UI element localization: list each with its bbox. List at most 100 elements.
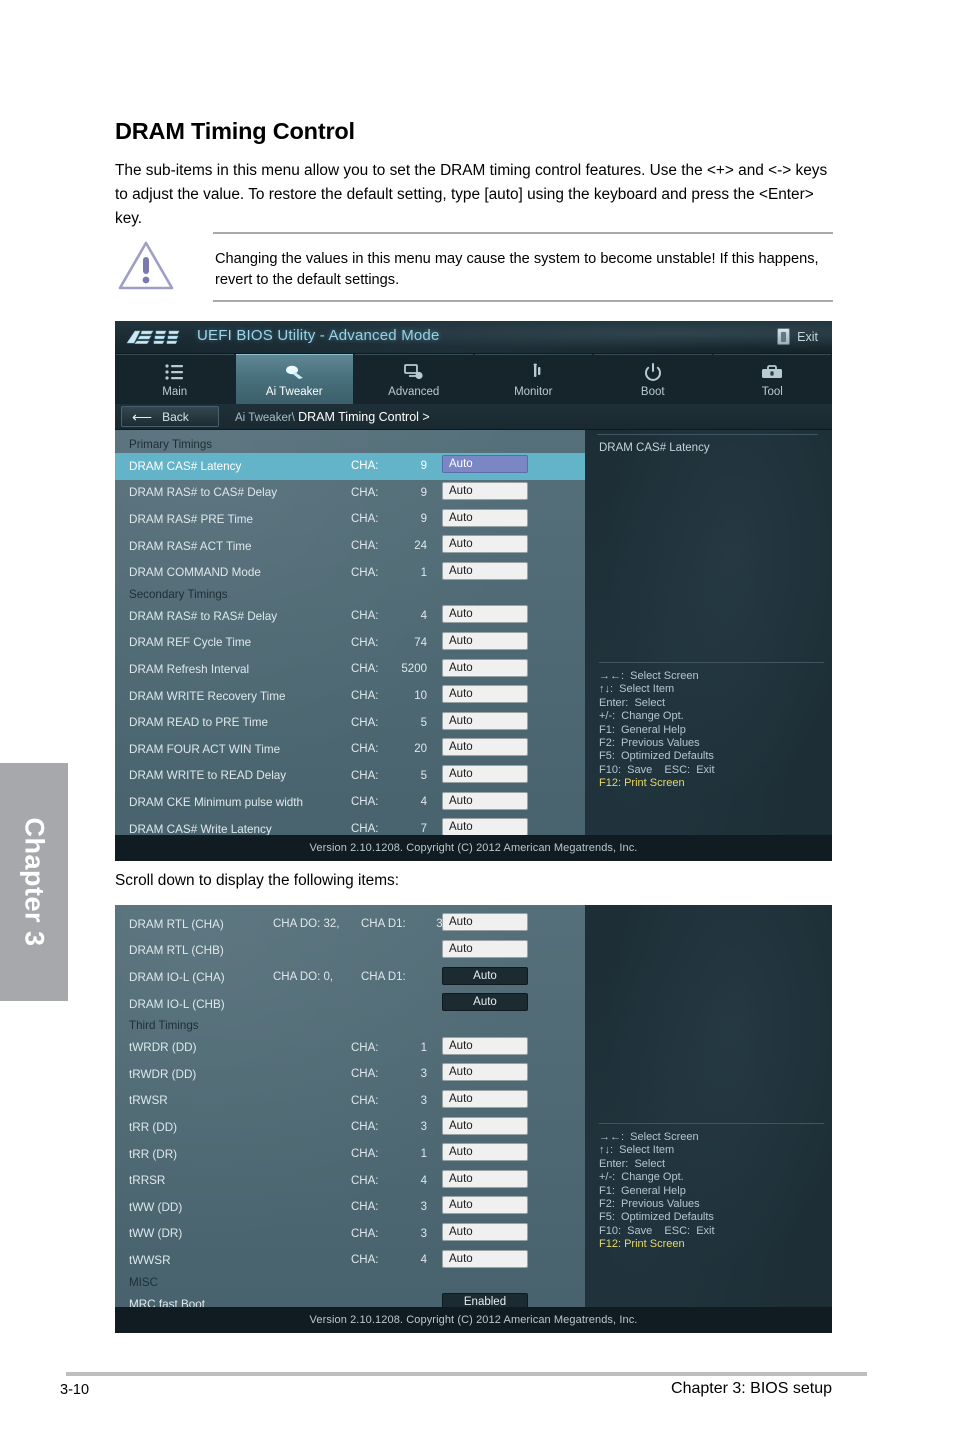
settings-row-label: DRAM REF Cycle Time [129,636,252,650]
bios-body-top: Primary Timings DRAM CAS# Latency CHA: 9 Aut… [115,430,832,843]
settings-row-option-field[interactable]: Auto [442,1143,528,1162]
legend-item: F12: Print Screen [599,777,685,790]
settings-row-option-field[interactable]: Auto [442,1116,528,1135]
settings-row-channel: CHA: [351,716,379,729]
settings-row-option-field[interactable]: Auto [442,481,528,500]
tab-tool[interactable]: Tool [713,354,831,404]
key-legend-bottom: →←: Select Screen ↑↓: Select Item Enter: S… [599,1123,824,1252]
settings-row[interactable]: DRAM FOUR ACT WIN Time CHA: 20 Auto [115,736,585,763]
bios-screenshot-bottom: DRAM RTL (CHA)CHA DO: 32,CHA D1:35AutoDR… [115,905,832,1333]
tab-boot[interactable]: Boot [594,354,712,404]
settings-row[interactable]: DRAM IO-L (CHB)2Auto [115,991,585,1018]
settings-row-option-field[interactable]: Auto [442,913,528,932]
settings-row-value: 5 [420,716,427,729]
settings-row-option-field[interactable]: Auto [442,605,528,624]
settings-row-option-field[interactable]: Auto [442,1089,528,1108]
tab-ai-tweaker[interactable]: Ai Tweaker [235,354,353,404]
settings-row-label: DRAM CKE Minimum pulse width [129,795,304,809]
settings-row-label: tRR (DR) [129,1147,178,1161]
settings-row[interactable]: DRAM RAS# ACT Time CHA: 24 Auto [115,533,585,560]
breadcrumb: Ai Tweaker\ DRAM Timing Control > [235,410,430,424]
footer-chapter-label: Chapter 3: BIOS setup [671,1380,832,1397]
settings-row[interactable]: tWRDR (DD) CHA: 1 Auto [115,1034,585,1061]
settings-row-option-field[interactable]: Auto [442,939,528,958]
page-title: DRAM Timing Control [115,118,355,144]
tab-tool-label: Tool [761,386,783,398]
settings-row[interactable]: DRAM WRITE to READ Delay CHA: 5 Auto [115,763,585,790]
settings-row-option-field[interactable]: Auto [442,818,528,837]
tab-monitor-label: Monitor [514,386,553,398]
settings-row[interactable]: DRAM RAS# PRE Time CHA: 9 Auto [115,506,585,533]
chapter-side-tab-label: Chapter 3 [19,817,50,947]
settings-row-option-field[interactable]: Auto [442,685,528,704]
settings-row[interactable]: DRAM RTL (CHB) Auto [115,938,585,965]
tab-advanced[interactable]: Advanced [355,354,473,404]
settings-group-heading: MISC [129,1275,158,1289]
settings-row-option-field[interactable]: Auto [442,764,528,783]
settings-row-value: 4 [420,1254,427,1267]
bios-utility-title: UEFI BIOS Utility - Advanced Mode [197,327,440,344]
settings-row[interactable]: DRAM READ to PRE Time CHA: 5 Auto [115,709,585,736]
settings-row-label: DRAM RTL (CHA) [129,917,224,931]
settings-row-option-field[interactable]: Auto [442,535,528,554]
settings-row-channel: CHA: [351,566,379,579]
settings-row-option-field[interactable]: Auto [442,508,528,527]
settings-row[interactable]: DRAM REF Cycle Time CHA: 74 Auto [115,630,585,657]
settings-row-label: tWWSR [129,1253,171,1267]
settings-row-option-field[interactable]: Auto [442,1196,528,1215]
settings-row-option-field[interactable]: Auto [442,1036,528,1055]
settings-row[interactable]: tWWSR CHA: 4 Auto [115,1247,585,1274]
key-legend-top: →←: Select Screen ↑↓: Select Item Enter: S… [599,662,824,791]
settings-row-option-field[interactable]: Auto [442,1063,528,1082]
settings-row-option-field[interactable]: Auto [442,1169,528,1188]
settings-row-channel: CHA: [351,1121,379,1134]
settings-row-option-field[interactable]: Auto [442,966,528,985]
settings-row-value: 3 [420,1094,427,1107]
settings-row[interactable]: tRWSR CHA: 3 Auto [115,1088,585,1115]
settings-row-option-field[interactable]: Auto [442,791,528,810]
advanced-icon [403,361,424,383]
settings-row-channel: CHA: [351,486,379,499]
legend-rule [599,662,824,663]
settings-row-value: 5 [420,769,427,782]
settings-row[interactable]: tRR (DR) CHA: 1 Auto [115,1141,585,1168]
settings-row[interactable]: DRAM COMMAND Mode CHA: 1 Auto [115,559,585,586]
exit-button[interactable]: Exit [773,326,822,347]
settings-row[interactable]: DRAM IO-L (CHA)CHA DO: 0,CHA D1:2Auto [115,964,585,991]
settings-row-channel: CHA: [351,663,379,676]
settings-row-option-field[interactable]: Auto [442,455,528,474]
settings-row[interactable]: tRWDR (DD) CHA: 3 Auto [115,1061,585,1088]
settings-row-option-field[interactable]: Auto [442,561,528,580]
settings-row[interactable]: tWW (DR) CHA: 3 Auto [115,1221,585,1248]
settings-row[interactable]: DRAM CKE Minimum pulse width CHA: 4 Auto [115,789,585,816]
settings-row-option-field[interactable]: Auto [442,631,528,650]
settings-row[interactable]: tRR (DD) CHA: 3 Auto [115,1114,585,1141]
settings-row[interactable]: tRRSR CHA: 4 Auto [115,1167,585,1194]
settings-row[interactable]: DRAM RAS# to CAS# Delay CHA: 9 Auto [115,480,585,507]
list-icon [165,361,185,383]
settings-row-option-field[interactable]: Auto [442,1222,528,1241]
tab-main[interactable]: Main [116,354,234,404]
back-button[interactable]: ⟵ Back [121,406,219,427]
settings-row-option-field[interactable]: Auto [442,1249,528,1268]
settings-row[interactable]: DRAM WRITE Recovery Time CHA: 10 Auto [115,683,585,710]
settings-row-option-field[interactable]: Auto [442,738,528,757]
breadcrumb-bar: ⟵ Back Ai Tweaker\ DRAM Timing Control > [115,404,832,430]
settings-row-option-field[interactable]: Auto [442,658,528,677]
legend-item: F2: Previous Values [599,1198,700,1211]
settings-row-channel: CHA: [351,1041,379,1054]
settings-row-channel: CHA: [351,1174,379,1187]
settings-row-option-field[interactable]: Auto [442,993,528,1012]
settings-row-selected[interactable]: DRAM CAS# Latency CHA: 9 Auto [115,453,585,480]
tab-monitor[interactable]: Monitor [474,354,592,404]
settings-row[interactable]: DRAM Refresh Interval CHA: 5200 Auto [115,656,585,683]
settings-row-option-field[interactable]: Auto [442,711,528,730]
settings-row[interactable]: DRAM RTL (CHA)CHA DO: 32,CHA D1:35Auto [115,911,585,938]
legend-item: ↑↓: Select Item [599,1144,675,1157]
settings-row-value: 3 [420,1121,427,1134]
settings-row[interactable]: DRAM RAS# to RAS# Delay CHA: 4 Auto [115,603,585,630]
settings-row[interactable]: tWW (DD) CHA: 3 Auto [115,1194,585,1221]
legend-rule [599,1123,824,1124]
settings-row-label: DRAM COMMAND Mode [129,566,261,580]
settings-row-label: DRAM WRITE to READ Delay [129,769,287,783]
